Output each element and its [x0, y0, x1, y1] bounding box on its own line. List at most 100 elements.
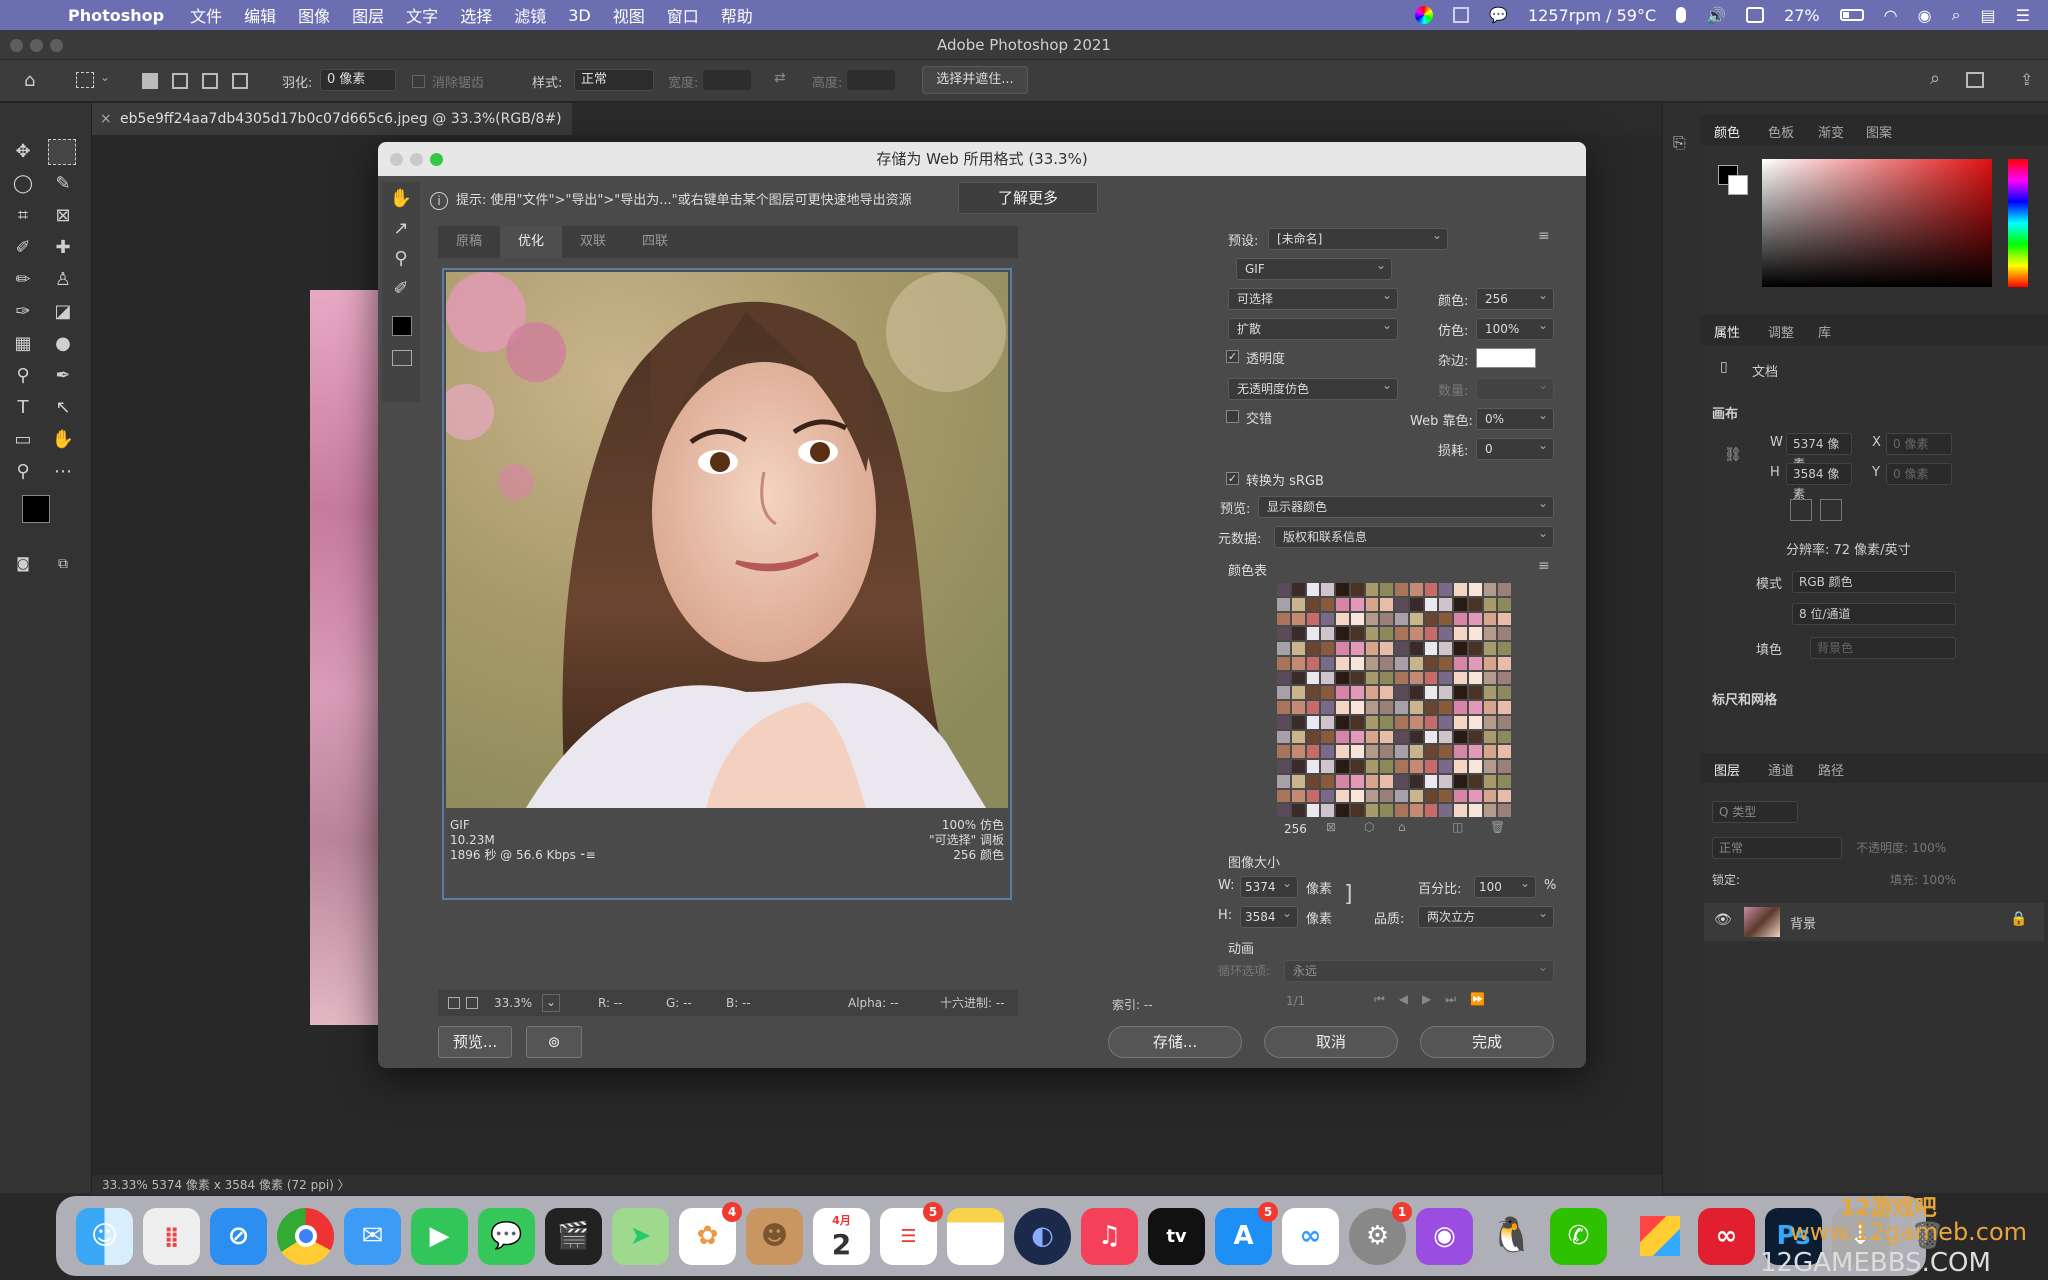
final-cut-icon[interactable]: 🎬 [545, 1207, 602, 1265]
zoom-tool-icon[interactable]: ⚲ [10, 459, 36, 485]
lossy-select[interactable]: 0 [1476, 435, 1554, 460]
app-menu[interactable]: Photoshop [68, 6, 164, 25]
save-button[interactable]: 存储... [1108, 1026, 1242, 1058]
new-color-icon[interactable]: ◫ [1452, 820, 1463, 834]
share-icon[interactable]: ⇪ [2020, 70, 2033, 89]
eraser-tool-icon[interactable]: ◪ [50, 299, 76, 325]
animation-controls[interactable]: ⏮◀▶⏭⏩ [1374, 992, 1554, 1010]
pen-tool-icon[interactable]: ✒ [50, 363, 76, 389]
slice-select-icon[interactable]: ↗ [388, 216, 414, 242]
subtract-selection-icon[interactable] [202, 73, 218, 89]
add-selection-icon[interactable] [172, 73, 188, 89]
canvas-height[interactable]: 3584 像素 [1786, 463, 1852, 501]
menu-filter[interactable]: 滤镜 [514, 3, 546, 27]
delete-color-icon[interactable]: 🗑 [1490, 820, 1505, 834]
format-select[interactable]: GIF [1236, 255, 1392, 280]
notes-icon[interactable] [947, 1207, 1004, 1265]
volume-icon[interactable]: 🔊 [1706, 6, 1726, 25]
fill-select[interactable]: 背景色 [1810, 637, 1956, 659]
eyedropper-icon[interactable]: ✐ [388, 276, 414, 302]
marquee-preset-icon[interactable] [76, 72, 94, 88]
quick-mask-icon[interactable]: ◙ [10, 551, 36, 577]
dodge-tool-icon[interactable]: ⚲ [10, 363, 36, 389]
preview-mode-select[interactable]: 显示器颜色 [1258, 493, 1554, 518]
tab-patterns[interactable]: 图案 [1866, 122, 1892, 141]
lasso-tool-icon[interactable]: ◯ [10, 171, 36, 197]
baidu-netdisk-icon[interactable]: ∞ [1282, 1207, 1339, 1265]
gradient-tool-icon[interactable]: ▦ [10, 331, 36, 357]
antialias-checkbox[interactable] [412, 75, 425, 88]
menu-window[interactable]: 窗口 [667, 3, 699, 27]
convert-srgb-checkbox[interactable]: ✓ [1226, 472, 1239, 485]
hue-slider[interactable] [2008, 159, 2028, 287]
chrome-icon[interactable] [277, 1207, 334, 1265]
tab-adjustments[interactable]: 调整 [1768, 322, 1794, 341]
hand-tool-icon[interactable]: ✋ [50, 427, 76, 453]
size-h-input[interactable]: 3584 [1240, 903, 1298, 928]
bg-color-swatch[interactable] [1728, 175, 1748, 195]
color-picker-field[interactable] [1762, 159, 1992, 287]
grid-icon[interactable] [1453, 7, 1470, 23]
ruler-grid-section[interactable]: 标尺和网格 [1712, 689, 1777, 708]
tab-original[interactable]: 原稿 [438, 226, 500, 258]
dialog-minimize-button[interactable] [410, 153, 423, 166]
home-icon[interactable]: ⌂ [24, 70, 35, 91]
preview-browser-button[interactable]: 预览... [438, 1026, 512, 1058]
menu-view[interactable]: 视图 [613, 3, 645, 27]
link-icon[interactable]: ⛓ [1724, 447, 1742, 463]
messages-icon[interactable]: 💬 [478, 1207, 535, 1265]
path-select-icon[interactable]: ↖ [50, 395, 76, 421]
eyedropper-color-swatch[interactable] [392, 316, 412, 336]
shape-tool-icon[interactable]: ▭ [10, 427, 36, 453]
size-w-input[interactable]: 5374 [1240, 873, 1298, 898]
menu-select[interactable]: 选择 [460, 3, 492, 27]
safari-icon[interactable]: ⊘ [210, 1207, 267, 1265]
marquee-tool-icon[interactable] [48, 139, 76, 165]
menu-3d[interactable]: 3D [568, 6, 591, 25]
search-icon[interactable]: ⌕ [1930, 68, 1940, 89]
mode-select[interactable]: RGB 颜色 [1792, 571, 1956, 593]
mail-icon[interactable]: ✉ [344, 1207, 401, 1265]
maps-icon[interactable]: ➤ [612, 1207, 669, 1265]
wechat-icon[interactable]: ✆ [1550, 1207, 1607, 1265]
eye-icon[interactable]: 👁 [1714, 912, 1732, 928]
color-table-menu-icon[interactable]: ≡ [1538, 558, 1550, 574]
canvas-section[interactable]: 画布 [1712, 403, 1738, 422]
zoom-in-icon[interactable] [466, 997, 478, 1009]
screen-mode-icon[interactable]: ⧉ [50, 551, 76, 577]
quality-select[interactable]: 两次立方 [1418, 903, 1554, 928]
menu-type[interactable]: 文字 [406, 3, 438, 27]
dialog-close-button[interactable] [390, 153, 403, 166]
history-brush-icon[interactable]: ✑ [10, 299, 36, 325]
canvas-x[interactable]: 0 像素 [1886, 433, 1952, 455]
loop-select[interactable]: 永远 [1284, 957, 1554, 982]
mouse-icon[interactable] [1676, 7, 1687, 23]
zoom-out-icon[interactable] [448, 997, 460, 1009]
stamp-tool-icon[interactable]: ♙ [50, 267, 76, 293]
reminders-icon[interactable]: ☰ 5 [880, 1201, 943, 1265]
toggle-slices-icon[interactable] [392, 350, 412, 366]
type-tool-icon[interactable]: T [10, 395, 36, 421]
user-icon[interactable]: ◉ [1918, 6, 1932, 25]
dither-select[interactable]: 100% [1476, 315, 1554, 340]
layer-row[interactable]: 👁 背景 🔒 [1704, 903, 2044, 941]
metadata-select[interactable]: 版权和联系信息 [1274, 523, 1554, 548]
tab-4up[interactable]: 四联 [624, 226, 686, 258]
matte-swatch[interactable] [1476, 348, 1536, 368]
landscape-icon[interactable] [1820, 499, 1842, 521]
depth-select[interactable]: 8 位/通道 [1792, 603, 1956, 625]
tab-2up[interactable]: 双联 [562, 226, 624, 258]
finder-icon[interactable]: ☺ [76, 1207, 133, 1265]
cube-app-icon[interactable] [1631, 1208, 1688, 1265]
transparency-checkbox[interactable]: ✓ [1226, 350, 1239, 363]
width-input[interactable] [702, 69, 752, 91]
swap-icon[interactable]: ⇄ [774, 70, 786, 86]
preview-image[interactable] [446, 272, 1008, 808]
trans-dither-select[interactable]: 无透明度仿色 [1228, 375, 1398, 400]
zoom-tool-icon[interactable]: ⚲ [388, 246, 414, 272]
tab-optimized[interactable]: 优化 [500, 226, 562, 258]
launchpad-icon[interactable]: ⣿ [143, 1207, 200, 1265]
opacity[interactable]: 不透明度: 100% [1856, 839, 1946, 856]
tab-swatches[interactable]: 色板 [1768, 122, 1794, 141]
control-center-icon[interactable]: ▤ [1981, 6, 1996, 25]
